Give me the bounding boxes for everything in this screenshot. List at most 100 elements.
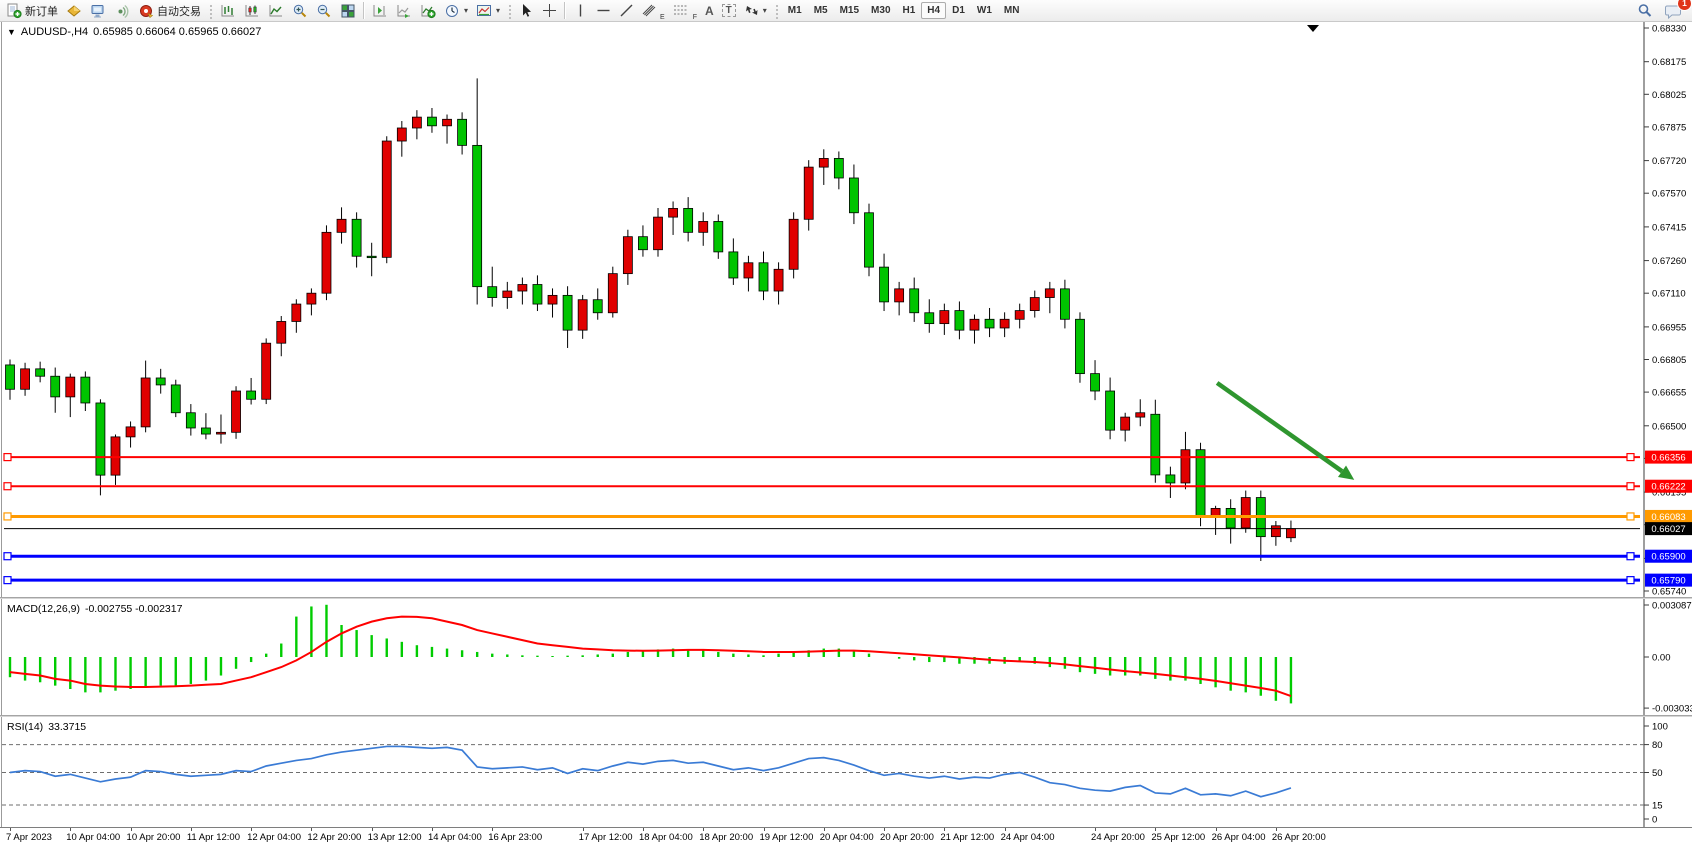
gold-icon	[66, 3, 82, 19]
macd-panel[interactable]: 0.0030870.00-0.003033	[0, 599, 1692, 715]
chart-line-button[interactable]	[264, 0, 288, 22]
add-indicator-button[interactable]	[416, 0, 440, 22]
zoom-in-icon	[292, 3, 308, 19]
time-axis-label: 25 Apr 12:00	[1151, 832, 1205, 843]
tf-d1-button[interactable]: D1	[946, 2, 971, 19]
svg-text:0.66955: 0.66955	[1652, 322, 1686, 333]
main-price-chart[interactable]: 0.683300.681750.680250.678750.677200.675…	[0, 22, 1692, 597]
bar-chart-icon	[220, 3, 236, 19]
new-order-label: 新订单	[25, 3, 58, 19]
svg-text:0.65790: 0.65790	[1651, 576, 1685, 587]
notifications-button[interactable]: 1	[1661, 0, 1686, 22]
autotrade-button[interactable]: 自动交易	[134, 0, 205, 22]
auto-scroll-icon	[396, 3, 412, 19]
tf-m1-button[interactable]: M1	[782, 2, 808, 19]
rsi-panel[interactable]: 1008050150	[0, 717, 1692, 827]
zoom-in-button[interactable]	[288, 0, 312, 22]
tf-m30-button[interactable]: M30	[865, 2, 896, 19]
zoom-out-button[interactable]	[312, 0, 336, 22]
tf-w1-button[interactable]: W1	[971, 2, 998, 19]
time-axis-label: 21 Apr 12:00	[940, 832, 994, 843]
time-axis-tick	[131, 828, 132, 831]
chart-shift-button[interactable]	[368, 0, 392, 22]
toolbar-grip	[208, 3, 213, 19]
rsi-label: RSI(14) 33.3715	[7, 721, 86, 733]
chart-bars-button[interactable]	[216, 0, 240, 22]
chevron-down-icon[interactable]: ▼	[7, 27, 16, 37]
macd-label: MACD(12,26,9) -0.002755 -0.002317	[7, 603, 182, 615]
tf-mn-button[interactable]: MN	[998, 2, 1026, 19]
text-label-icon: T	[722, 4, 736, 17]
vline-button[interactable]	[569, 0, 592, 22]
autotrade-icon	[138, 3, 154, 19]
time-axis-label: 14 Apr 04:00	[428, 832, 482, 843]
auto-scroll-button[interactable]	[392, 0, 416, 22]
vertical-line-icon	[573, 3, 588, 18]
time-axis-tick	[251, 828, 252, 831]
text-button[interactable]: A	[701, 0, 718, 22]
symbol-period-label: AUDUSD-,H4	[21, 26, 88, 38]
time-axis-label: 10 Apr 04:00	[66, 832, 120, 843]
time-axis-tick	[824, 828, 825, 831]
channel-button[interactable]: E	[638, 0, 669, 22]
svg-text:0.66805: 0.66805	[1652, 355, 1686, 366]
svg-text:0.67110: 0.67110	[1652, 289, 1686, 300]
svg-text:0.65740: 0.65740	[1652, 587, 1686, 598]
svg-text:0.66356: 0.66356	[1651, 453, 1685, 464]
horizontal-line-icon	[596, 3, 611, 18]
chart-candles-button[interactable]	[240, 0, 264, 22]
svg-text:0.67720: 0.67720	[1652, 156, 1686, 167]
search-button[interactable]	[1633, 0, 1657, 22]
time-axis-label: 7 Apr 2023	[6, 832, 52, 843]
cursor-button[interactable]	[515, 0, 538, 22]
periods-button[interactable]: ▾	[440, 0, 472, 22]
time-axis[interactable]: 7 Apr 2023 10 Apr 04:00 10 Apr 20:00 11 Apr…	[0, 827, 1692, 849]
ohlc-values-label: 0.65985 0.66064 0.65965 0.66027	[93, 26, 261, 38]
fibonacci-icon	[673, 3, 690, 18]
arrows-button[interactable]: ▾	[740, 0, 771, 22]
fibo-sub-label2: F	[693, 14, 697, 21]
tf-h1-button[interactable]: H1	[897, 2, 922, 19]
time-axis-label: 20 Apr 20:00	[880, 832, 934, 843]
signals-button[interactable]	[110, 0, 134, 22]
trendline-button[interactable]	[615, 0, 638, 22]
time-axis-label: 19 Apr 12:00	[760, 832, 814, 843]
time-axis-label: 24 Apr 04:00	[1001, 832, 1055, 843]
time-axis-label: 24 Apr 20:00	[1091, 832, 1145, 843]
label-button[interactable]: T	[718, 0, 740, 22]
hosting-button[interactable]	[86, 0, 110, 22]
svg-text:0.68175: 0.68175	[1652, 57, 1686, 68]
chevron-down-icon: ▾	[464, 6, 468, 15]
new-order-icon	[6, 3, 22, 19]
tile-windows-button[interactable]	[336, 0, 360, 22]
tf-m15-button[interactable]: M15	[834, 2, 865, 19]
time-axis-tick	[1155, 828, 1156, 831]
template-icon	[476, 3, 492, 19]
svg-text:80: 80	[1652, 740, 1663, 751]
clock-icon	[444, 3, 460, 19]
channel-icon	[642, 3, 659, 18]
tf-h4-button[interactable]: H4	[921, 2, 946, 19]
time-axis-label: 12 Apr 20:00	[307, 832, 361, 843]
svg-text:0.66027: 0.66027	[1651, 524, 1685, 535]
hline-button[interactable]	[592, 0, 615, 22]
add-indicator-icon	[420, 3, 436, 19]
svg-text:0.003087: 0.003087	[1652, 601, 1692, 612]
gold-tool-button[interactable]	[62, 0, 86, 22]
templates-button[interactable]: ▾	[472, 0, 504, 22]
time-axis-tick	[191, 828, 192, 831]
time-axis-tick	[1216, 828, 1217, 831]
time-axis-label: 10 Apr 20:00	[127, 832, 181, 843]
svg-text:50: 50	[1652, 768, 1663, 779]
crosshair-button[interactable]	[538, 0, 561, 22]
time-axis-tick	[70, 828, 71, 831]
time-axis-label: 11 Apr 12:00	[187, 832, 240, 843]
tf-m5-button[interactable]: M5	[808, 2, 834, 19]
svg-text:0.68330: 0.68330	[1652, 24, 1686, 35]
svg-text:0.67570: 0.67570	[1652, 189, 1686, 200]
fibonacci-button[interactable]: F	[669, 0, 701, 22]
chart-title: ▼ AUDUSD-,H4 0.65985 0.66064 0.65965 0.6…	[7, 26, 261, 38]
time-axis-label: 20 Apr 04:00	[820, 832, 874, 843]
svg-text:15: 15	[1652, 801, 1663, 812]
new-order-button[interactable]: 新订单	[2, 0, 62, 22]
